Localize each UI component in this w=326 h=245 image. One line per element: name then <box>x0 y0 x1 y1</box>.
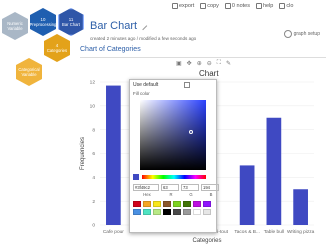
workflow-node-preprocessing[interactable]: 10 Preprocessing <box>30 8 56 36</box>
node-label: Bar Chart <box>62 22 80 27</box>
color-swatch[interactable] <box>193 209 201 215</box>
copy-icon <box>200 3 207 9</box>
node-label: Categorical Variable <box>18 67 40 77</box>
color-swatch[interactable] <box>193 201 201 207</box>
x-tick-label: Writing pizza <box>287 229 315 235</box>
page-title: Bar Chart <box>90 20 148 32</box>
gear-icon <box>283 30 292 38</box>
x-tick-label: Table bull <box>264 229 284 235</box>
graph-setup-label: graph setup <box>293 31 320 37</box>
notes-button[interactable]: 0 notes <box>224 3 250 9</box>
y-tick-label: 6 <box>92 151 95 157</box>
b-input[interactable]: 194 <box>201 184 219 191</box>
help-button[interactable]: help <box>255 3 274 9</box>
x-tick-label: Tacos & B... <box>234 229 260 235</box>
saturation-area[interactable] <box>140 100 206 170</box>
hex-label: Hex <box>143 192 151 197</box>
workflow-node-numeric-variable[interactable]: Numeric Variable <box>2 12 28 40</box>
color-input-labels: Hex R G B <box>133 192 221 197</box>
node-label: Categories <box>46 48 68 53</box>
notes-label: 0 notes <box>231 3 250 9</box>
y-axis-label: Frequencies <box>80 137 86 170</box>
r-label: R <box>169 192 173 197</box>
color-swatch[interactable] <box>133 209 141 215</box>
divider <box>80 57 326 58</box>
color-swatch[interactable] <box>153 201 161 207</box>
g-input[interactable]: 73 <box>181 184 199 191</box>
section-title: Chart of Categories <box>80 46 141 53</box>
bar[interactable] <box>293 189 308 225</box>
x-tick-label: Cafe pour <box>103 229 124 235</box>
color-swatch[interactable] <box>203 201 211 207</box>
color-picker-popup: Use default Fill color #3f49c2 63 73 194… <box>129 79 219 233</box>
use-default-checkbox[interactable] <box>184 82 190 88</box>
color-swatch[interactable] <box>163 201 171 207</box>
color-swatch[interactable] <box>183 201 191 207</box>
color-swatch[interactable] <box>153 209 161 215</box>
y-tick-label: 4 <box>92 175 95 181</box>
close-icon <box>279 3 286 9</box>
g-label: G <box>189 192 193 197</box>
x-axis-label: Categories <box>192 238 221 244</box>
color-swatch[interactable] <box>173 209 181 215</box>
export-icon <box>172 3 178 9</box>
node-label: Preprocessing <box>29 22 57 27</box>
graph-setup-button[interactable]: graph setup <box>283 30 320 38</box>
workflow-node-categories[interactable]: 4 Categories <box>44 34 70 62</box>
help-label: help <box>262 3 274 9</box>
color-swatch[interactable] <box>133 201 141 207</box>
color-swatch[interactable] <box>143 201 151 207</box>
bar[interactable] <box>106 85 121 225</box>
close-label: clo <box>286 3 294 9</box>
workflow-node-bar-chart[interactable]: 11 Bar Chart <box>58 8 84 36</box>
color-swatch[interactable] <box>183 209 191 215</box>
y-tick-label: 12 <box>90 80 96 86</box>
notes-icon <box>224 3 231 9</box>
color-cursor[interactable] <box>189 130 193 134</box>
color-preview <box>133 174 139 180</box>
close-button[interactable]: clo <box>279 3 293 9</box>
r-input[interactable]: 63 <box>161 184 179 191</box>
color-swatch[interactable] <box>203 209 211 215</box>
color-swatches <box>133 201 211 215</box>
color-swatch[interactable] <box>143 209 151 215</box>
y-tick-label: 0 <box>92 223 95 229</box>
help-icon <box>255 3 262 9</box>
color-inputs: #3f49c2 63 73 194 <box>133 184 219 191</box>
copy-label: copy <box>207 3 219 9</box>
page-title-text: Bar Chart <box>90 20 138 32</box>
b-label: B <box>209 192 213 197</box>
fill-color-label: Fill color <box>133 91 150 96</box>
y-tick-label: 10 <box>90 103 96 109</box>
color-swatch[interactable] <box>163 209 171 215</box>
hex-input[interactable]: #3f49c2 <box>133 184 159 191</box>
color-swatch[interactable] <box>173 201 181 207</box>
bar[interactable] <box>266 117 282 225</box>
y-tick-label: 8 <box>92 127 95 133</box>
top-toolbar: export copy 0 notes help clo <box>172 0 326 12</box>
use-default-label: Use default <box>133 82 159 88</box>
hue-slider[interactable] <box>142 175 206 179</box>
export-label: export <box>179 3 195 9</box>
copy-button[interactable]: copy <box>200 3 219 9</box>
bar[interactable] <box>239 165 255 225</box>
y-tick-label: 2 <box>92 199 95 205</box>
pencil-icon[interactable] <box>138 21 148 31</box>
timestamp-meta: created 2 minutes ago / modified a few s… <box>90 36 197 41</box>
node-label: Numeric Variable <box>7 21 23 31</box>
workflow-node-categorical-variable[interactable]: Categorical Variable <box>16 58 42 86</box>
export-button[interactable]: export <box>172 3 194 9</box>
